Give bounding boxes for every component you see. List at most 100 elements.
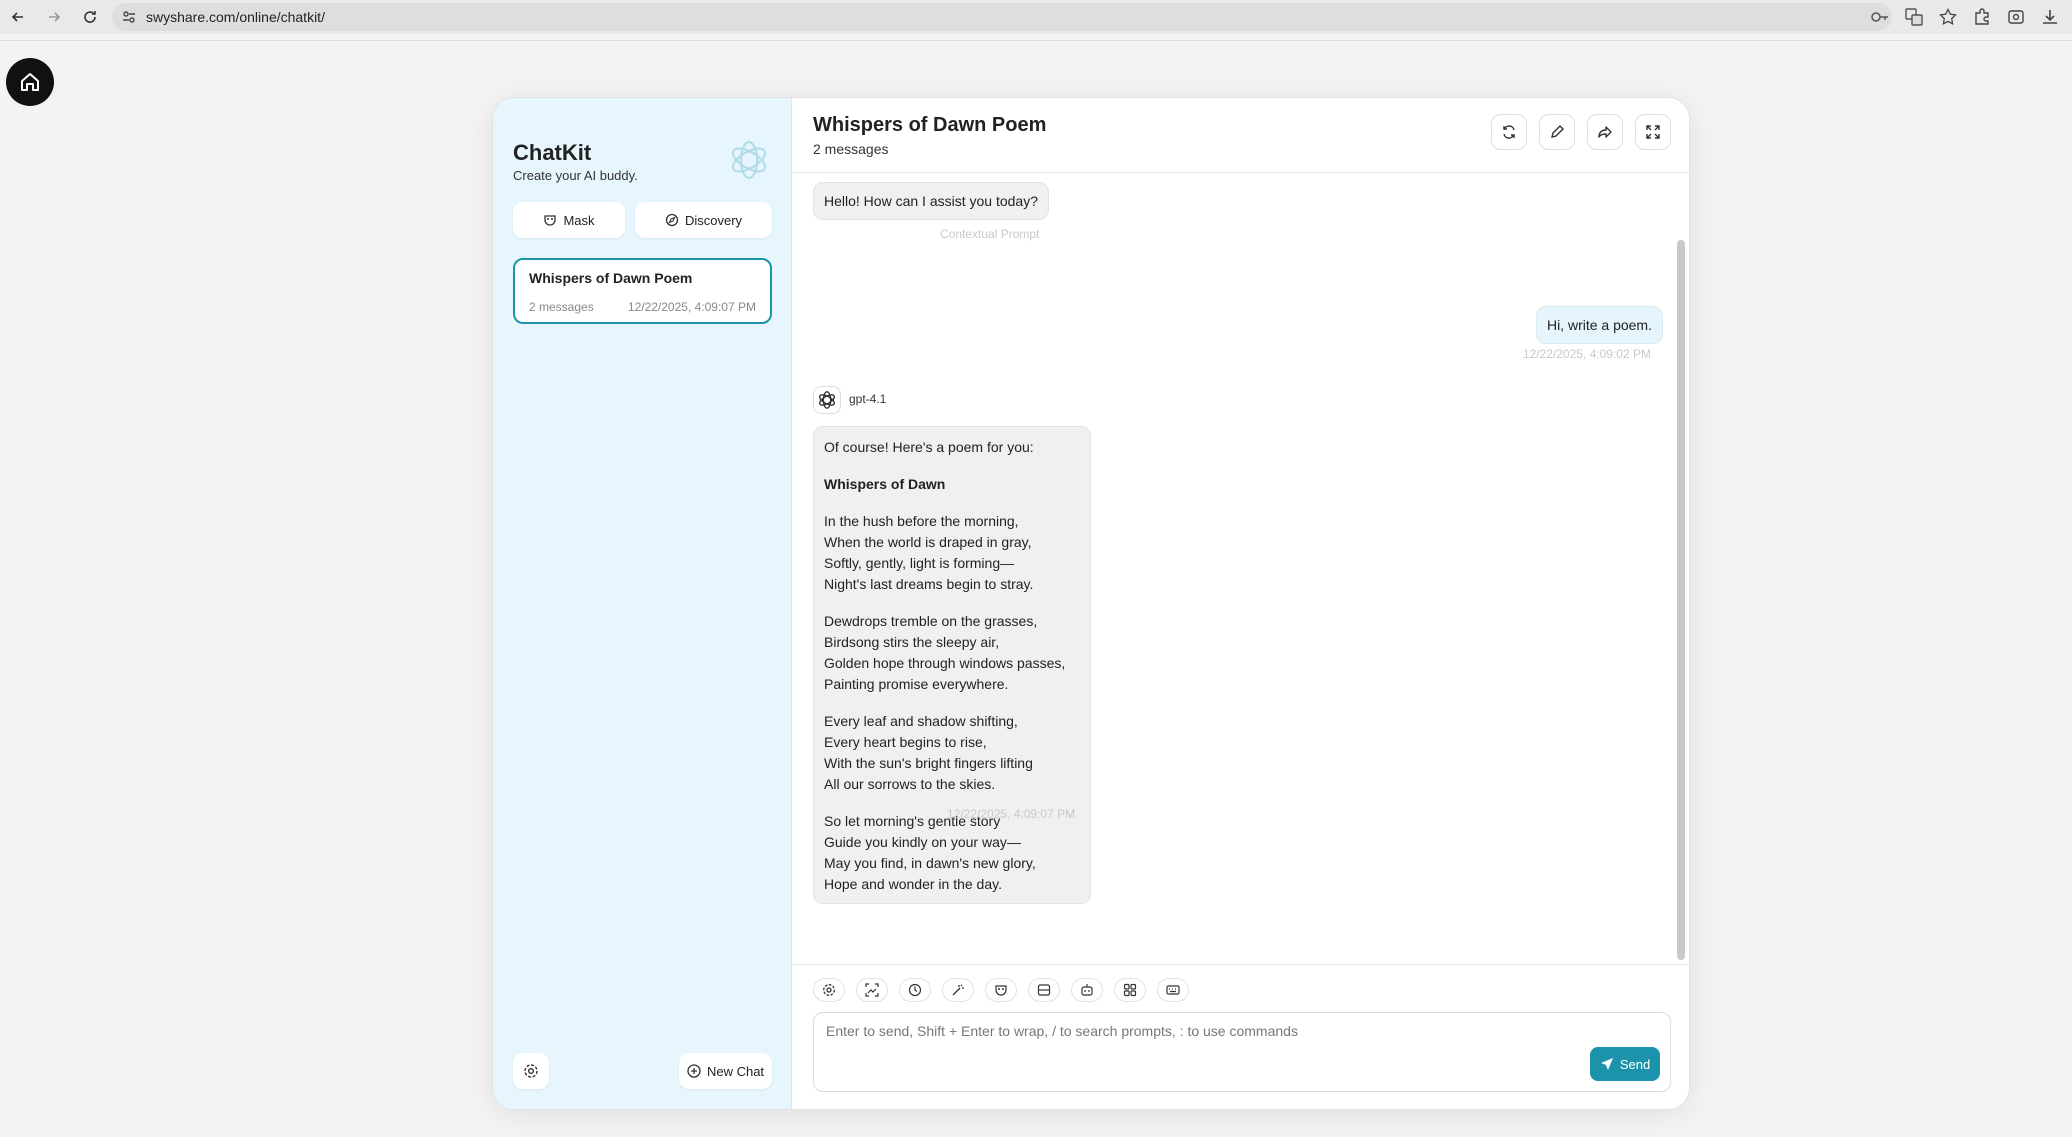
gear-icon xyxy=(523,1063,539,1079)
plus-circle-icon xyxy=(687,1064,701,1078)
fullscreen-button[interactable] xyxy=(1635,114,1671,150)
send-label: Send xyxy=(1619,1056,1651,1072)
plugins-button[interactable] xyxy=(1114,978,1146,1002)
password-key-icon[interactable] xyxy=(1866,3,1894,31)
send-icon xyxy=(1600,1057,1614,1071)
new-chat-button[interactable]: New Chat xyxy=(679,1053,772,1089)
poem-stanza: Every leaf and shadow shifting, Every he… xyxy=(824,711,1080,795)
poem-line: Softly, gently, light is forming— xyxy=(824,555,1015,571)
chat-scrollbar[interactable] xyxy=(1677,240,1685,960)
chat-panel: Whispers of Dawn Poem 2 messages Hello! … xyxy=(793,98,1689,1109)
settings-button[interactable] xyxy=(513,1053,549,1089)
mask-label: Mask xyxy=(563,212,595,228)
refresh-icon xyxy=(1501,124,1517,140)
assistant-intro: Of course! Here's a poem for you: xyxy=(824,439,1034,455)
gear-icon xyxy=(822,983,836,997)
address-bar[interactable]: swyshare.com/online/chatkit/ xyxy=(112,3,1892,31)
message-input[interactable] xyxy=(826,1023,1586,1039)
translate-icon[interactable] xyxy=(1900,3,1928,31)
browser-toolbar: swyshare.com/online/chatkit/ xyxy=(0,0,2072,34)
poem-line: May you find, in dawn's new glory, xyxy=(824,855,1036,871)
share-button[interactable] xyxy=(1587,114,1623,150)
chat-item-count: 2 messages xyxy=(529,300,594,314)
model-name: gpt-4.1 xyxy=(849,392,887,406)
poem-line: With the sun's bright fingers lifting xyxy=(824,755,1033,771)
assistant-message-time: 12/22/2025, 4:09:07 PM xyxy=(947,807,1076,821)
openai-logo-icon xyxy=(817,390,837,410)
poem-line: Every leaf and shadow shifting, xyxy=(824,713,1018,729)
home-icon xyxy=(19,71,41,93)
pencil-icon xyxy=(1549,124,1565,140)
image-button[interactable] xyxy=(856,978,888,1002)
home-button[interactable] xyxy=(6,58,54,106)
robot-icon xyxy=(1080,983,1094,997)
grid-icon xyxy=(1123,983,1137,997)
keyboard-icon xyxy=(1166,983,1180,997)
divider xyxy=(0,40,2072,41)
chat-message-count: 2 messages xyxy=(813,141,889,157)
layout-icon xyxy=(1037,983,1051,997)
edit-button[interactable] xyxy=(1539,114,1575,150)
sidebar: ChatKit Create your AI buddy. Mask Disco… xyxy=(493,98,792,1109)
chat-item-title: Whispers of Dawn Poem xyxy=(529,270,693,286)
mask-tool-button[interactable] xyxy=(985,978,1017,1002)
download-icon[interactable] xyxy=(2036,3,2064,31)
chat-list-item[interactable]: Whispers of Dawn Poem 2 messages 12/22/2… xyxy=(513,258,772,324)
mask-icon xyxy=(994,983,1008,997)
send-button[interactable]: Send xyxy=(1590,1047,1660,1081)
assistant-message: Of course! Here's a poem for you: Whispe… xyxy=(813,426,1091,904)
discovery-button[interactable]: Discovery xyxy=(635,202,772,238)
theme-button[interactable] xyxy=(899,978,931,1002)
composer-toolbar xyxy=(813,978,1189,1002)
reload-icon[interactable] xyxy=(72,0,108,34)
poem-line: Night's last dreams begin to stray. xyxy=(824,576,1034,592)
poem-stanza: In the hush before the morning, When the… xyxy=(824,511,1080,595)
url-text: swyshare.com/online/chatkit/ xyxy=(146,9,325,25)
forward-icon[interactable] xyxy=(36,0,72,34)
composer: Send xyxy=(813,1012,1671,1092)
shortcuts-button[interactable] xyxy=(1157,978,1189,1002)
poem-line: Every heart begins to rise, xyxy=(824,734,987,750)
contextual-prompt-label: Contextual Prompt xyxy=(940,227,1040,241)
poem-title: Whispers of Dawn xyxy=(824,476,946,492)
theme-icon xyxy=(908,983,922,997)
user-message: Hi, write a poem. xyxy=(1535,306,1663,344)
media-control-icon[interactable] xyxy=(2002,3,2030,31)
poem-line: In the hush before the morning, xyxy=(824,513,1019,529)
clear-context-button[interactable] xyxy=(1028,978,1060,1002)
poem-stanza: Dewdrops tremble on the grasses, Birdson… xyxy=(824,611,1080,695)
chat-settings-button[interactable] xyxy=(813,978,845,1002)
chat-item-time: 12/22/2025, 4:09:07 PM xyxy=(627,300,756,314)
poem-line: Golden hope through windows passes, xyxy=(824,655,1066,671)
refresh-button[interactable] xyxy=(1491,114,1527,150)
poem-line: When the world is draped in gray, xyxy=(824,534,1032,550)
compass-icon xyxy=(665,213,679,227)
bookmark-star-icon[interactable] xyxy=(1934,3,1962,31)
prompt-button[interactable] xyxy=(942,978,974,1002)
poem-stanza: So let morning's gentle story Guide you … xyxy=(824,811,1080,895)
user-message-time: 12/22/2025, 4:09:02 PM xyxy=(1522,347,1651,361)
back-icon[interactable] xyxy=(0,0,36,34)
mask-button[interactable]: Mask xyxy=(513,202,625,238)
expand-icon xyxy=(1645,124,1661,140)
model-button[interactable] xyxy=(1071,978,1103,1002)
new-chat-label: New Chat xyxy=(706,1063,765,1079)
app-title: ChatKit xyxy=(513,140,592,165)
mask-icon xyxy=(543,213,557,227)
share-icon xyxy=(1597,124,1613,140)
magic-wand-icon xyxy=(951,983,965,997)
divider xyxy=(793,964,1689,965)
chat-title[interactable]: Whispers of Dawn Poem xyxy=(813,114,1046,137)
poem-line: Painting promise everywhere. xyxy=(824,676,1009,692)
poem-line: Birdsong stirs the sleepy air, xyxy=(824,634,1000,650)
extensions-icon[interactable] xyxy=(1968,3,1996,31)
site-info-icon[interactable] xyxy=(122,10,136,24)
chatkit-app: ChatKit Create your AI buddy. Mask Disco… xyxy=(492,97,1690,1110)
system-message: Hello! How can I assist you today? xyxy=(813,182,1049,220)
poem-line: All our sorrows to the skies. xyxy=(824,776,996,792)
divider xyxy=(793,172,1689,173)
app-subtitle: Create your AI buddy. xyxy=(513,168,638,183)
poem-line: Guide you kindly on your way— xyxy=(824,834,1021,850)
discovery-label: Discovery xyxy=(684,212,743,228)
poem-line: Hope and wonder in the day. xyxy=(824,876,1002,892)
